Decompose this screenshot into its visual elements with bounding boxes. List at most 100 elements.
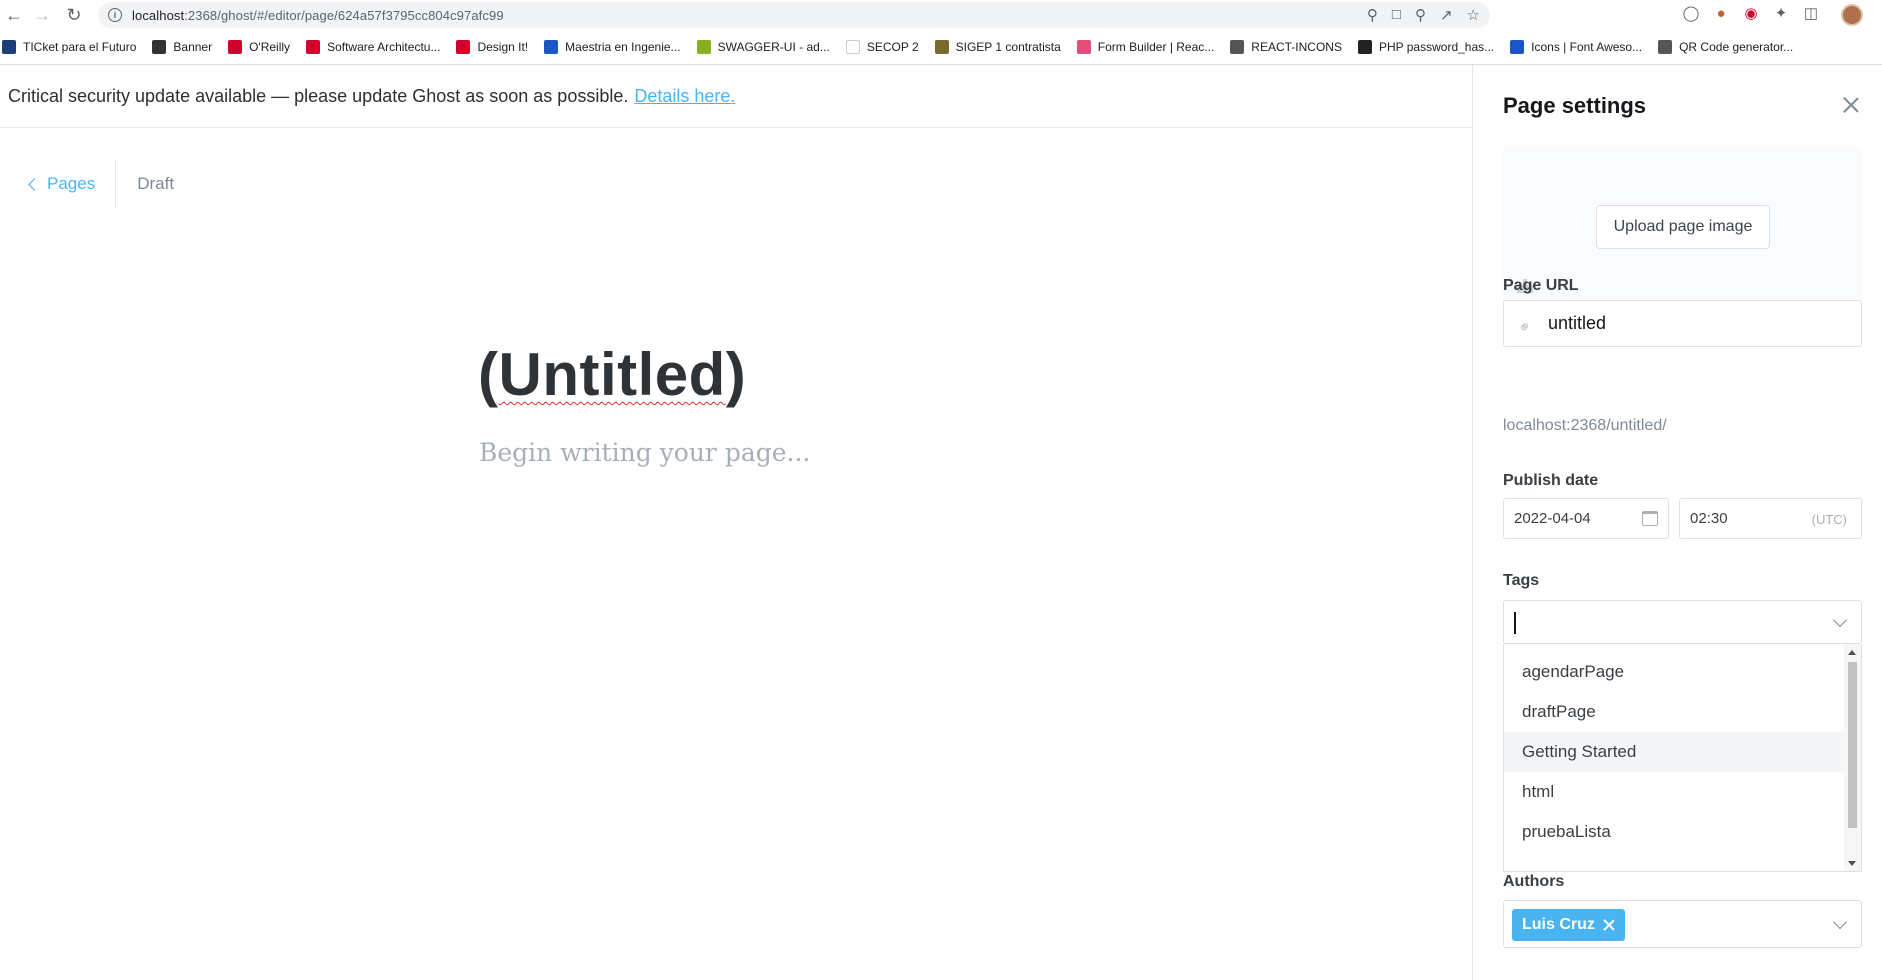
banner-icon — [152, 40, 167, 54]
back-icon[interactable]: ← — [0, 1, 28, 29]
author-chip[interactable]: Luis Cruz — [1512, 909, 1625, 941]
bookmark-label: SIGEP 1 contratista — [955, 40, 1061, 54]
extension-opera-icon[interactable]: ◉ — [1742, 4, 1760, 22]
scrollbar-thumb[interactable] — [1848, 662, 1857, 828]
profile-avatar[interactable] — [1841, 4, 1863, 26]
scroll-up-icon[interactable] — [1848, 650, 1856, 655]
page-url-input[interactable]: untitled — [1548, 313, 1606, 334]
dropdown-scrollbar[interactable] — [1844, 644, 1861, 871]
publish-date-value: 2022-04-04 — [1514, 510, 1591, 527]
chevron-left-icon — [28, 177, 41, 191]
site-info-icon[interactable]: i — [108, 8, 122, 22]
page-url-hint: localhost:2368/untitled/ — [1503, 417, 1667, 434]
tag-option[interactable]: draftPage — [1504, 692, 1845, 732]
url-text[interactable]: localhost:2368/ghost/#/editor/page/624a5… — [132, 8, 504, 23]
bookmark-item[interactable]: TICket para el Futuro — [2, 40, 136, 54]
bookmark-label: QR Code generator... — [1679, 40, 1794, 54]
calendar-icon[interactable] — [1642, 511, 1658, 526]
bookmark-label: REACT-INCONS — [1251, 40, 1342, 54]
sidepanel-icon[interactable]: ◫ — [1802, 4, 1820, 22]
bookmark-label: Form Builder | Reac... — [1097, 40, 1215, 54]
publish-time-input[interactable]: 02:30 (UTC) — [1679, 498, 1862, 539]
reload-icon[interactable]: ↻ — [60, 1, 88, 29]
browser-toolbar: ← → ↻ i localhost:2368/ghost/#/editor/pa… — [0, 0, 1882, 30]
close-icon[interactable] — [1841, 95, 1861, 115]
translate-icon[interactable]: □ — [1392, 6, 1401, 24]
bookmark-label: PHP password_has... — [1378, 40, 1495, 54]
oreilly-icon — [306, 40, 321, 54]
bookmark-item[interactable]: Banner — [152, 40, 212, 54]
extension-info-icon[interactable]: ◯ — [1682, 4, 1700, 22]
bookmark-item[interactable]: SIGEP 1 contratista — [934, 40, 1061, 54]
bookmark-label: Banner — [173, 40, 213, 54]
flag-icon — [1510, 40, 1525, 54]
bookmark-item[interactable]: REACT-INCONS — [1230, 40, 1342, 54]
upload-image-button[interactable]: Upload page image — [1596, 205, 1770, 249]
extension-cookie-icon[interactable]: ● — [1712, 5, 1730, 22]
breadcrumb: Pages Draft — [28, 161, 175, 207]
chevron-down-icon[interactable] — [1832, 612, 1848, 628]
bookmark-label: TICket para el Futuro — [23, 40, 137, 54]
share-icon[interactable]: ↗ — [1440, 6, 1453, 24]
bookmark-item[interactable]: Form Builder | Reac... — [1076, 40, 1215, 54]
oreilly-icon — [228, 40, 243, 54]
bookmark-item[interactable]: SECOP 2 — [845, 40, 919, 54]
globe-icon — [1658, 40, 1673, 54]
publish-date-input[interactable]: 2022-04-04 — [1503, 498, 1669, 539]
tags-dropdown: agendarPage draftPage Getting Started html p… — [1503, 644, 1862, 872]
tag-option[interactable]: agendarPage — [1504, 652, 1845, 692]
back-to-pages-link[interactable]: Pages — [28, 161, 117, 207]
banner-details-link[interactable]: Details here. — [634, 86, 735, 107]
tag-option[interactable]: Getting Started — [1504, 732, 1845, 772]
bookmark-item[interactable]: SWAGGER-UI - ad... — [696, 40, 830, 54]
bookmark-item[interactable]: Software Architectu... — [306, 40, 440, 54]
bookmark-item[interactable]: Design It! — [456, 40, 528, 54]
ticket-icon — [2, 40, 16, 54]
authors-input[interactable]: Luis Cruz — [1503, 900, 1862, 948]
key-icon[interactable]: ⚲ — [1367, 6, 1378, 24]
course-icon — [544, 40, 559, 54]
page-body-editor[interactable]: Begin writing your page... — [479, 438, 810, 467]
bookmark-label: Maestria en Ingenie... — [565, 40, 681, 54]
scroll-down-icon[interactable] — [1848, 861, 1856, 866]
back-pages-label: Pages — [47, 174, 96, 193]
publish-date-label: Publish date — [1503, 472, 1599, 489]
page-url-field[interactable]: ⚭ untitled — [1503, 300, 1862, 347]
remove-author-icon[interactable] — [1603, 919, 1615, 931]
page-url-label: Page URL — [1503, 277, 1579, 294]
globe-icon — [1230, 40, 1245, 54]
authors-label: Authors — [1503, 873, 1565, 890]
extensions-puzzle-icon[interactable]: ✦ — [1772, 4, 1790, 22]
bookmark-item[interactable]: Maestria en Ingenie... — [544, 40, 681, 54]
swagger-icon — [696, 40, 711, 54]
tags-input[interactable] — [1503, 600, 1862, 644]
forward-icon[interactable]: → — [28, 1, 56, 29]
zoom-icon[interactable]: ⚲ — [1415, 6, 1426, 24]
star-icon[interactable]: ☆ — [1467, 6, 1480, 24]
bookmark-item[interactable]: O'Reilly — [228, 40, 290, 54]
security-update-banner: Critical security update available — ple… — [0, 65, 1472, 128]
tag-option[interactable]: html — [1504, 772, 1845, 812]
bookmark-label: O'Reilly — [249, 40, 291, 54]
tags-label: Tags — [1503, 572, 1540, 589]
bookmark-item[interactable]: QR Code generator... — [1658, 40, 1793, 54]
php-icon — [1357, 40, 1372, 54]
bookmark-item[interactable]: PHP password_has... — [1357, 40, 1495, 54]
page-title-text: Untitled — [498, 341, 726, 408]
timezone-label: (UTC) — [1811, 512, 1847, 527]
address-bar[interactable]: i localhost:2368/ghost/#/editor/page/624… — [98, 2, 1490, 28]
bookmark-label: Software Architectu... — [327, 40, 441, 54]
page-title-input[interactable]: (Untitled) — [478, 340, 746, 409]
banner-text: Critical security update available — ple… — [8, 85, 629, 106]
bookmark-label: SECOP 2 — [866, 40, 919, 54]
link-icon: ⚭ — [1514, 316, 1537, 339]
text-caret — [1514, 612, 1516, 634]
author-name: Luis Cruz — [1522, 916, 1595, 933]
bookmark-item[interactable]: Icons | Font Aweso... — [1510, 40, 1642, 54]
tag-option[interactable]: pruebaLista — [1504, 812, 1845, 852]
form-builder-icon — [1076, 40, 1091, 54]
post-status: Draft — [137, 174, 175, 193]
chevron-down-icon[interactable] — [1832, 914, 1848, 930]
oreilly-icon — [456, 40, 471, 54]
bookmark-label: Icons | Font Aweso... — [1531, 40, 1643, 54]
